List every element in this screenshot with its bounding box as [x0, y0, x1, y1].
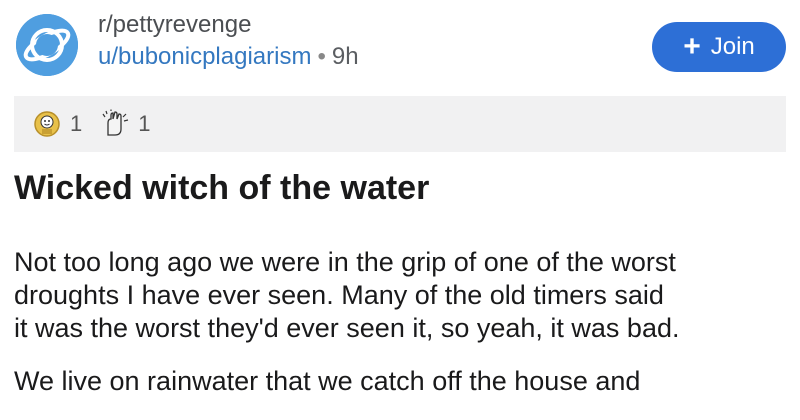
award-count: 1: [70, 111, 83, 136]
post-title[interactable]: Wicked witch of the water: [14, 166, 429, 210]
meta-separator: •: [317, 43, 326, 70]
post-body: Not too long ago we were in the grip of …: [14, 246, 794, 418]
author-username[interactable]: u/bubonicplagiarism: [98, 43, 311, 70]
subreddit-avatar-icon[interactable]: [16, 14, 78, 76]
body-paragraph: Not too long ago we were in the grip of …: [14, 246, 794, 345]
body-line: We live on rainwater that we catch off t…: [14, 366, 641, 396]
body-line: droughts I have ever seen. Many of the o…: [14, 280, 664, 310]
body-line: it was the worst they'd ever seen it, so…: [14, 313, 680, 343]
award-gold[interactable]: 1: [32, 109, 82, 139]
author-line: u/bubonicplagiarism • 9h: [98, 40, 359, 74]
clapping-hands-award-icon: [100, 109, 130, 139]
awards-strip: 1 1: [14, 96, 786, 152]
join-button[interactable]: + Join: [652, 22, 786, 72]
post-meta: r/pettyrevenge u/bubonicplagiarism • 9h: [98, 10, 359, 74]
post-age: 9h: [331, 43, 359, 70]
body-line: Not too long ago we were in the grip of …: [14, 247, 676, 277]
reddit-post-screen: r/pettyrevenge u/bubonicplagiarism • 9h + …: [0, 0, 800, 420]
award-count: 1: [138, 111, 151, 136]
subreddit-name[interactable]: r/pettyrevenge: [98, 10, 359, 40]
body-paragraph: We live on rainwater that we catch off t…: [14, 365, 794, 398]
gold-award-icon: [32, 109, 62, 139]
plus-icon: +: [683, 30, 701, 63]
join-button-label: Join: [710, 33, 755, 60]
award-clapping[interactable]: 1: [100, 109, 151, 139]
post-header: r/pettyrevenge u/bubonicplagiarism • 9h + …: [14, 10, 786, 82]
